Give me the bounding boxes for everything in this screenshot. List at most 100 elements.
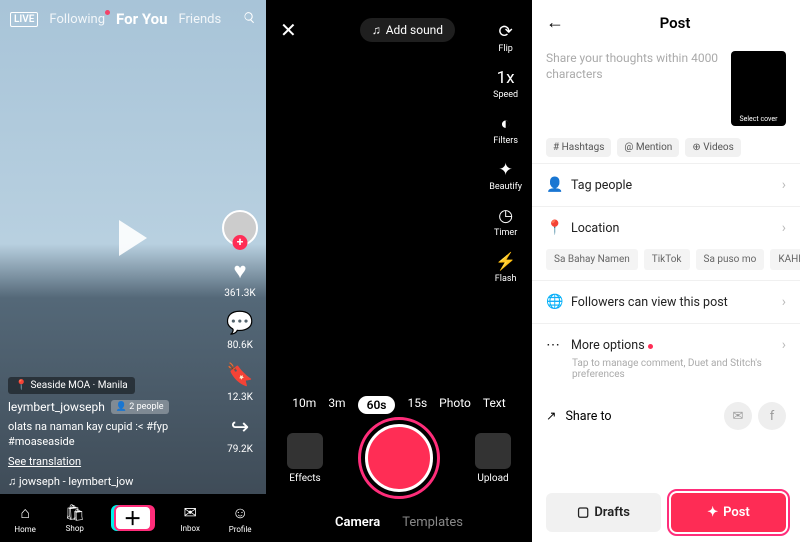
video-caption: olats na naman kay cupid :< #fyp #moasea… xyxy=(8,420,208,450)
tool-timer[interactable]: ◷Timer xyxy=(494,206,517,238)
see-translation[interactable]: See translation xyxy=(8,455,81,468)
music-label[interactable]: ♫ jowseph - leymbert_jow xyxy=(8,475,133,488)
live-badge[interactable]: LIVE xyxy=(10,12,38,27)
duration-10m[interactable]: 10m xyxy=(292,396,316,414)
camera-mode-tabs: Camera Templates xyxy=(266,515,532,530)
tool-flash[interactable]: ⚡Flash xyxy=(495,252,517,284)
post-pane: ← Post Share your thoughts within 4000 c… xyxy=(532,0,800,542)
chip-mention[interactable]: @ Mention xyxy=(617,138,679,157)
share-messenger-icon[interactable]: ✉ xyxy=(724,402,752,430)
author-name: leymbert_jowseph xyxy=(8,400,105,414)
chevron-right-icon: › xyxy=(782,177,786,193)
upload-button[interactable]: Upload xyxy=(475,433,511,484)
chevron-right-icon: › xyxy=(782,220,786,236)
tool-beautify[interactable]: ✦Beautify xyxy=(489,160,522,192)
like-count: 361.3K xyxy=(224,288,255,299)
location-icon: 📍 xyxy=(546,220,562,236)
chevron-right-icon: › xyxy=(782,294,786,310)
chip-videos[interactable]: ⊕ Videos xyxy=(685,138,740,157)
effects-thumb xyxy=(287,433,323,469)
share-to-row: ↗ Share to ✉ f xyxy=(532,390,800,442)
tab-friends[interactable]: Friends xyxy=(179,12,222,27)
share-icon[interactable]: ↪ xyxy=(231,415,249,440)
tool-speed[interactable]: 1xSpeed xyxy=(493,68,518,100)
duration-photo[interactable]: Photo xyxy=(439,396,471,414)
post-footer: ▢ Drafts ✦ Post xyxy=(546,493,786,532)
filters-icon: ◐ xyxy=(500,114,510,134)
profile-icon: ☺ xyxy=(232,503,248,523)
share-icon: ↗ xyxy=(546,408,556,424)
camera-pane: ✕ ♫ Add sound ⟳Flip 1xSpeed ◐Filters ✦Be… xyxy=(266,0,532,542)
row-visibility[interactable]: 🌐 Followers can view this post › xyxy=(532,280,800,323)
post-button[interactable]: ✦ Post xyxy=(671,493,786,532)
search-icon[interactable] xyxy=(243,11,256,28)
duration-15s[interactable]: 15s xyxy=(407,396,427,414)
loc-suggestion[interactable]: Sa Bahay Namen xyxy=(546,249,638,270)
author-avatar[interactable] xyxy=(222,210,258,246)
create-button[interactable]: ＋ xyxy=(114,505,152,531)
person-icon: 👤 xyxy=(546,177,562,193)
camera-tools: ⟳Flip 1xSpeed ◐Filters ✦Beautify ◷Timer … xyxy=(489,22,522,284)
feed-pane: LIVE Following For You Friends ♥ 361.3K … xyxy=(0,0,266,542)
play-icon[interactable] xyxy=(119,220,147,256)
beautify-icon: ✦ xyxy=(498,160,512,180)
add-sound-button[interactable]: ♫ Add sound xyxy=(360,18,455,42)
feed-top-nav: LIVE Following For You Friends xyxy=(0,0,266,38)
like-icon[interactable]: ♥ xyxy=(233,258,246,284)
save-count: 12.3K xyxy=(227,392,253,403)
loc-suggestion[interactable]: KAHIT SA xyxy=(770,249,800,270)
comment-icon[interactable]: 💬 xyxy=(226,311,253,336)
timer-icon: ◷ xyxy=(498,206,513,226)
bottom-nav: ⌂Home 🛍Shop ＋ ✉Inbox ☺Profile xyxy=(0,494,266,542)
close-icon[interactable]: ✕ xyxy=(280,18,297,42)
loc-suggestion[interactable]: TikTok xyxy=(644,249,690,270)
compose-area: Share your thoughts within 4000 characte… xyxy=(532,45,800,132)
tab-following[interactable]: Following xyxy=(49,12,105,27)
more-options-subtitle: Tap to manage comment, Duet and Stitch's… xyxy=(532,358,800,390)
tool-filters[interactable]: ◐Filters xyxy=(493,114,518,146)
compose-chips: # Hashtags @ Mention ⊕ Videos xyxy=(532,132,800,163)
action-rail: ♥ 361.3K 💬 80.6K 🔖 12.3K ↪ 79.2K xyxy=(222,210,258,455)
tab-templates[interactable]: Templates xyxy=(402,515,463,530)
row-location[interactable]: 📍 Location › xyxy=(532,206,800,249)
share-facebook-icon[interactable]: f xyxy=(758,402,786,430)
save-icon[interactable]: 🔖 xyxy=(226,363,253,388)
location-suggestions: Sa Bahay Namen TikTok Sa puso mo KAHIT S… xyxy=(532,249,800,280)
tab-foryou[interactable]: For You xyxy=(116,10,167,28)
loc-suggestion[interactable]: Sa puso mo xyxy=(696,249,765,270)
nav-inbox[interactable]: ✉Inbox xyxy=(180,503,200,533)
location-pill[interactable]: 📍 Seaside MOA · Manila xyxy=(8,377,135,394)
flip-icon: ⟳ xyxy=(498,22,512,42)
nav-profile[interactable]: ☺Profile xyxy=(229,503,252,534)
inbox-icon: ✉ xyxy=(183,503,196,522)
ellipsis-icon: ⋯ xyxy=(546,337,562,353)
row-tag-people[interactable]: 👤 Tag people › xyxy=(532,163,800,206)
back-icon[interactable]: ← xyxy=(546,12,564,33)
upload-thumb xyxy=(475,433,511,469)
duration-selector: 10m 3m 60s 15s Photo Text xyxy=(266,396,532,414)
effects-button[interactable]: Effects xyxy=(287,433,323,484)
speed-icon: 1x xyxy=(497,68,515,88)
nav-home[interactable]: ⌂Home xyxy=(14,503,36,534)
tab-camera[interactable]: Camera xyxy=(335,515,380,530)
nav-shop[interactable]: 🛍Shop xyxy=(65,503,85,533)
author-row[interactable]: leymbert_jowseph 👤 2 people xyxy=(8,400,169,414)
cover-selector[interactable]: Select cover xyxy=(731,51,786,126)
tool-flip[interactable]: ⟳Flip xyxy=(498,22,512,54)
record-button[interactable] xyxy=(365,424,433,492)
people-pill[interactable]: 👤 2 people xyxy=(111,400,169,414)
duration-60s[interactable]: 60s xyxy=(358,396,396,414)
share-count: 79.2K xyxy=(227,444,253,455)
duration-text[interactable]: Text xyxy=(483,396,506,414)
comment-count: 80.6K xyxy=(227,340,253,351)
caption-input[interactable]: Share your thoughts within 4000 characte… xyxy=(546,51,723,126)
chevron-right-icon: › xyxy=(782,337,786,353)
duration-3m[interactable]: 3m xyxy=(328,396,345,414)
page-title: Post xyxy=(660,14,691,32)
post-header: ← Post xyxy=(532,0,800,45)
shop-icon: 🛍 xyxy=(65,503,85,522)
drafts-button[interactable]: ▢ Drafts xyxy=(546,493,661,532)
chip-hashtags[interactable]: # Hashtags xyxy=(546,138,611,157)
camera-row: Effects Upload xyxy=(266,424,532,492)
globe-icon: 🌐 xyxy=(546,294,562,310)
